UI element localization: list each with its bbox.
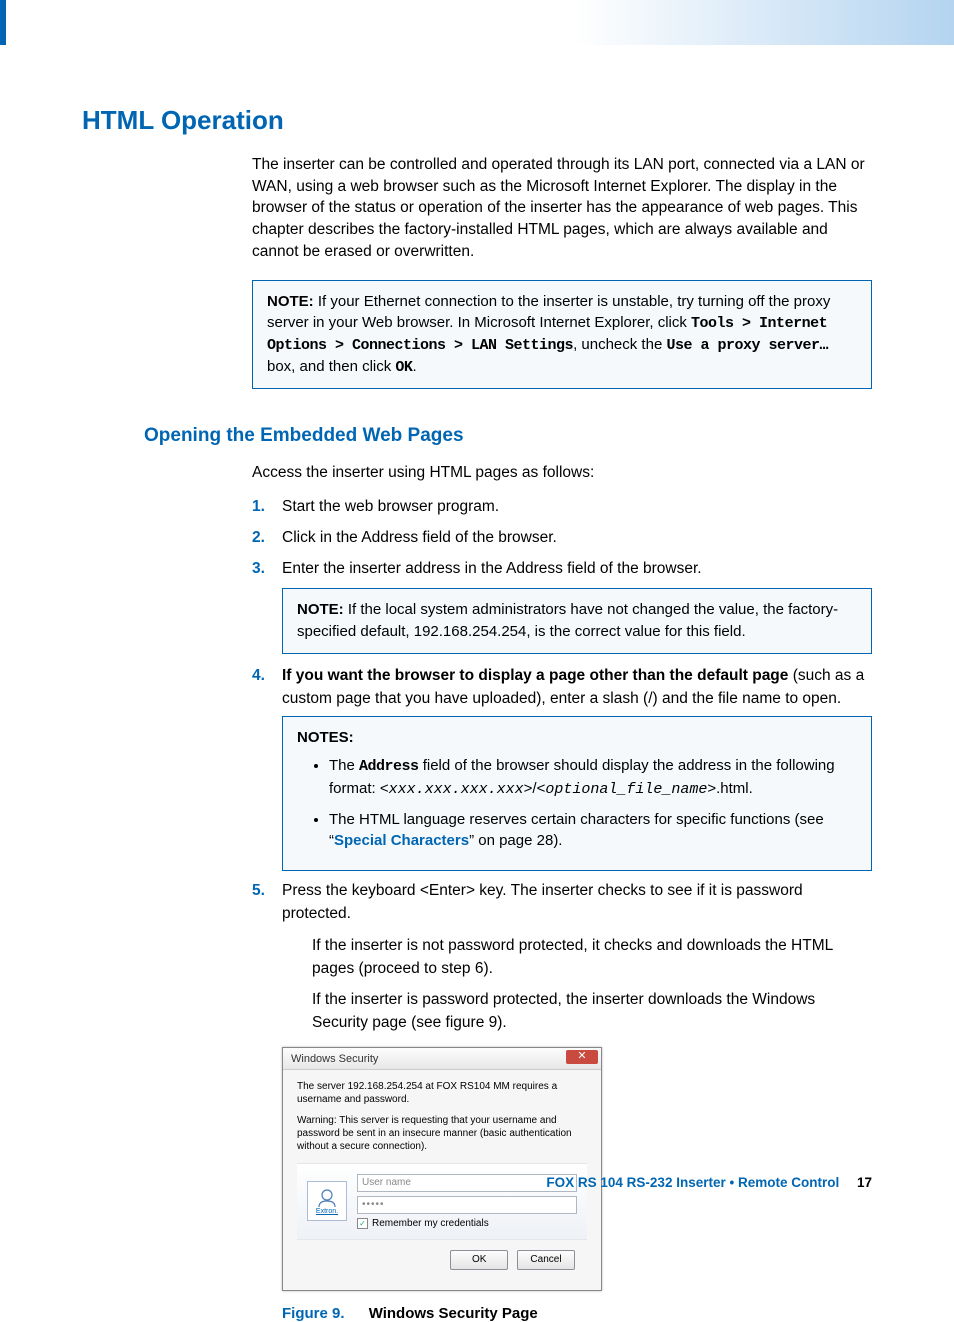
ok-button[interactable]: OK xyxy=(450,1250,508,1270)
notes-bullet-2: The HTML language reserves certain chara… xyxy=(329,809,857,853)
notes-bullet-1: The Address field of the browser should … xyxy=(329,755,857,801)
note-label: NOTE: xyxy=(267,293,314,310)
close-icon[interactable]: ✕ xyxy=(566,1050,598,1064)
figure-9: Windows Security ✕ The server 192.168.25… xyxy=(282,1047,872,1291)
note-text: If the local system administrators have … xyxy=(297,601,838,640)
cancel-button[interactable]: Cancel xyxy=(517,1250,575,1270)
notes-block: NOTES: The Address field of the browser … xyxy=(282,716,872,871)
step-1: Start the web browser program. xyxy=(252,495,872,518)
step-2: Click in the Address field of the browse… xyxy=(252,526,872,549)
password-input[interactable]: ••••• xyxy=(357,1196,577,1214)
remember-checkbox[interactable]: ✓ Remember my credentials xyxy=(357,1218,577,1229)
special-chars-link[interactable]: Special Characters xyxy=(334,832,469,849)
note-label: NOTE: xyxy=(297,601,344,618)
access-text: Access the inserter using HTML pages as … xyxy=(252,461,872,484)
username-input[interactable]: User name xyxy=(357,1174,577,1192)
intro-paragraph: The inserter can be controlled and opera… xyxy=(252,154,872,262)
credentials-panel: Extron. User name ••••• ✓ Remember my cr… xyxy=(297,1163,587,1240)
heading-2: Opening the Embedded Web Pages xyxy=(144,425,872,447)
dialog-message: The server 192.168.254.254 at FOX RS104 … xyxy=(297,1080,587,1106)
step-3: Enter the inserter address in the Addres… xyxy=(252,557,872,654)
step-4: If you want the browser to display a pag… xyxy=(252,664,872,871)
top-bar xyxy=(0,0,954,45)
notes-label: NOTES: xyxy=(297,729,354,746)
heading-1: HTML Operation xyxy=(82,105,872,136)
note-text: If your Ethernet connection to the inser… xyxy=(267,293,830,375)
steps-list: Start the web browser program. Click in … xyxy=(252,495,872,1035)
figure-caption: Figure 9. Windows Security Page xyxy=(282,1305,872,1322)
dialog-titlebar: Windows Security ✕ xyxy=(283,1048,601,1070)
windows-security-dialog: Windows Security ✕ The server 192.168.25… xyxy=(282,1047,602,1291)
checkbox-icon[interactable]: ✓ xyxy=(357,1218,368,1229)
note-box-1: NOTE: If your Ethernet connection to the… xyxy=(252,280,872,389)
step-5: Press the keyboard <Enter> key. The inse… xyxy=(252,879,872,1035)
avatar-icon: Extron. xyxy=(307,1181,347,1221)
dialog-warning: Warning: This server is requesting that … xyxy=(297,1114,587,1153)
note-box-2: NOTE: If the local system administrators… xyxy=(282,588,872,654)
page-footer: FOX RS 104 RS-232 Inserter • Remote Cont… xyxy=(546,1175,872,1190)
